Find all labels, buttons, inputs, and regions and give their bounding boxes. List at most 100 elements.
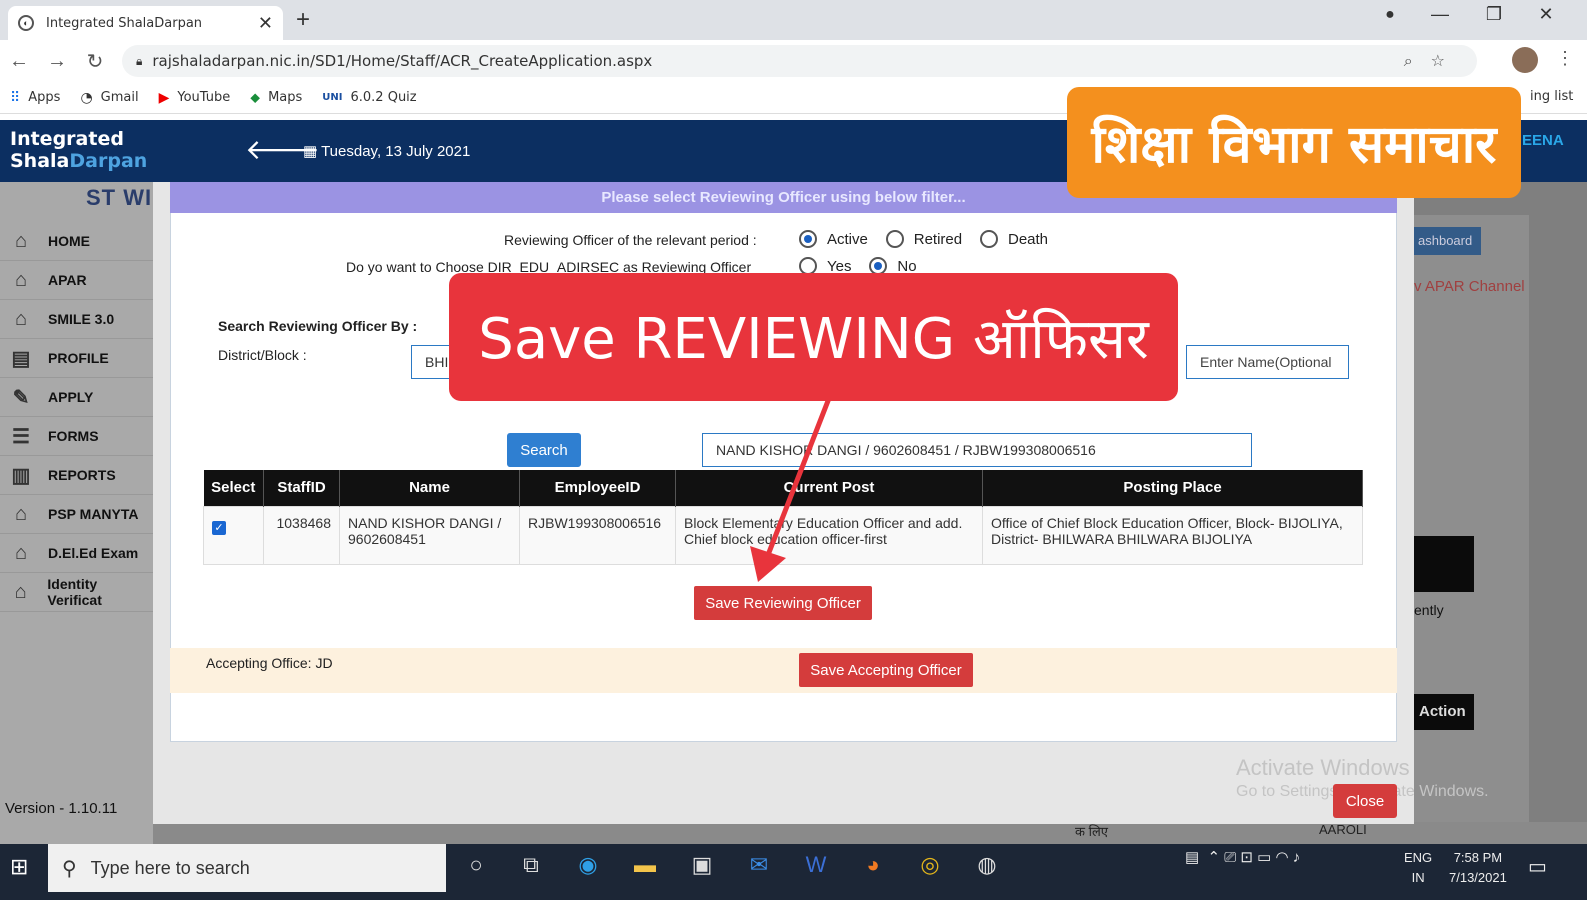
sidebar-item-smile[interactable]: ⌂ SMILE 3.0 xyxy=(0,300,153,339)
star-icon[interactable]: ☆ xyxy=(1431,51,1463,70)
close-tab-icon[interactable]: ✕ xyxy=(258,13,273,34)
search-by-label: Search Reviewing Officer By : xyxy=(218,318,418,334)
col-posting-place: Posting Place xyxy=(982,470,1363,506)
sidebar-item-deled[interactable]: ⌂ D.El.Ed Exam xyxy=(0,534,153,573)
address-bar-row: ← → ↻ 🔒︎ rajshaladarpan.nic.in/SD1/Home/… xyxy=(0,40,1587,82)
recently-label: ently xyxy=(1414,602,1444,618)
radio-active[interactable]: Active xyxy=(799,230,868,248)
maps-icon: ⬥ xyxy=(250,89,261,106)
sidebar-item-psp[interactable]: ⌂ PSP MANYTA xyxy=(0,495,153,534)
app-logo[interactable]: Integrated ShalaDarpan xyxy=(10,128,147,172)
sidebar-item-apar[interactable]: ⌂ APAR xyxy=(0,261,153,300)
select-checkbox[interactable]: ✓ xyxy=(212,520,226,535)
posting-place-cell: Office of Chief Block Education Officer,… xyxy=(982,505,1363,565)
accepting-office-label: Accepting Office: JD xyxy=(206,655,333,671)
employeeid-cell: RJBW199308006516 xyxy=(519,505,676,565)
period-radio-group: Active Retired Death xyxy=(799,230,1062,251)
windows-start-icon[interactable]: ⊞ xyxy=(10,854,28,880)
taskbar-search[interactable]: ⚲ Type here to search xyxy=(48,844,446,892)
user-name[interactable]: EENA xyxy=(1522,132,1564,149)
taskbar-clock[interactable]: 7:58 PM 7/13/2021 xyxy=(1449,848,1507,888)
reading-list[interactable]: ing list xyxy=(1530,89,1573,104)
bookmark-apps[interactable]: ⠿ Apps xyxy=(10,90,60,106)
background-dark-box xyxy=(1414,536,1474,592)
youtube-icon: ▶ xyxy=(158,89,170,106)
bookmark-quiz[interactable]: UNI 6.0.2 Quiz xyxy=(322,90,416,105)
obs-icon[interactable]: ◍ xyxy=(967,852,1007,878)
word-icon[interactable]: W xyxy=(796,852,836,878)
store-icon[interactable]: ▣ xyxy=(682,852,722,878)
radio-retired[interactable]: Retired xyxy=(885,230,962,248)
bookmark-youtube[interactable]: ▶ YouTube xyxy=(159,90,231,106)
save-accepting-officer-button[interactable]: Save Accepting Officer xyxy=(799,653,973,687)
notifications-icon[interactable]: ▭ xyxy=(1528,854,1547,879)
minimize-icon[interactable]: — xyxy=(1420,4,1460,25)
chrome-icon[interactable]: ◎ xyxy=(910,852,950,878)
name-input[interactable]: Enter Name(Optional xyxy=(1186,345,1349,379)
sidebar-item-reports[interactable]: ▥ REPORTS xyxy=(0,456,153,495)
col-select: Select xyxy=(203,470,264,506)
radio-death-circle[interactable] xyxy=(980,230,998,248)
bookmark-gmail[interactable]: ◔ Gmail xyxy=(80,90,138,106)
avatar[interactable] xyxy=(1512,47,1538,73)
firefox-icon[interactable]: ◕ xyxy=(853,852,893,878)
apar-channel-link: v APAR Channel xyxy=(1414,278,1525,295)
file-explorer-icon[interactable]: ▬ xyxy=(625,852,665,878)
zoom-icon[interactable]: ⌕ xyxy=(1404,51,1431,70)
col-employeeid: EmployeeID xyxy=(519,470,676,506)
cortana-icon[interactable]: ○ xyxy=(456,852,496,878)
radio-retired-circle[interactable] xyxy=(885,230,904,248)
menu-kebab-icon[interactable]: ⋮ xyxy=(1556,48,1574,69)
sidebar-item-profile[interactable]: ▤ PROFILE xyxy=(0,339,153,378)
period-label: Reviewing Officer of the relevant period… xyxy=(504,232,757,248)
search-button[interactable]: Search xyxy=(507,433,581,467)
restore-icon[interactable]: ❐ xyxy=(1474,4,1514,25)
background-right-panel xyxy=(1414,215,1529,825)
sidebar-item-apply[interactable]: ✎ APPLY xyxy=(0,378,153,417)
save-reviewing-officer-button[interactable]: Save Reviewing Officer xyxy=(694,586,872,620)
gmail-icon: ◔ xyxy=(80,89,93,106)
sidebar-item-home[interactable]: ⌂ HOME xyxy=(0,222,153,261)
lock-icon: 🔒︎ xyxy=(136,53,143,68)
reload-icon[interactable]: ↻ xyxy=(76,49,114,74)
news-overlay-banner: शिक्षा विभाग समाचार xyxy=(1067,87,1521,198)
profile-menu-icon[interactable]: ● xyxy=(1370,6,1410,24)
new-tab-button[interactable]: + xyxy=(296,6,310,34)
system-tray-icons[interactable]: ▤ ⌃ ⎚ ⊡ ▭ ◠ ♪ xyxy=(1185,848,1300,866)
browser-tab[interactable]: ◐ Integrated ShalaDarpan ✕ xyxy=(8,6,283,40)
forms-icon: ☰ xyxy=(12,425,30,448)
home-icon: ⌂ xyxy=(14,502,28,525)
select-cell[interactable]: ✓ xyxy=(203,505,264,565)
radio-active-circle[interactable] xyxy=(799,230,817,248)
mail-icon[interactable]: ✉ xyxy=(739,852,779,878)
close-window-icon[interactable]: ✕ xyxy=(1526,4,1566,25)
task-view-icon[interactable]: ⧉ xyxy=(511,852,551,878)
radio-death[interactable]: Death xyxy=(980,230,1048,248)
red-arrow-icon xyxy=(750,369,843,582)
url-field[interactable]: 🔒︎ rajshaladarpan.nic.in/SD1/Home/Staff/… xyxy=(122,45,1477,77)
close-button[interactable]: Close xyxy=(1333,784,1397,818)
home-icon: ⌂ xyxy=(14,307,28,330)
name-cell: NAND KISHOR DANGI / 9602608451 xyxy=(339,505,520,565)
apps-grid-icon: ⠿ xyxy=(10,89,21,106)
background-bottom-row: क लिए AAROLI xyxy=(153,822,1587,844)
apply-icon: ✎ xyxy=(12,386,30,409)
back-icon[interactable]: ← xyxy=(0,50,38,73)
action-header: Action xyxy=(1414,694,1474,730)
dashboard-button: ashboard xyxy=(1414,227,1481,255)
home-icon: ⌂ xyxy=(14,229,28,252)
bookmark-maps[interactable]: ⬥ Maps xyxy=(250,90,302,106)
header-date: ▦ Tuesday, 13 July 2021 xyxy=(303,143,471,160)
district-label: District/Block : xyxy=(218,347,307,363)
forward-icon[interactable]: → xyxy=(38,50,76,73)
sidebar: ⌂ HOME ⌂ APAR ⌂ SMILE 3.0 ▤ PROFILE ✎ APPLY ☰… xyxy=(0,182,153,844)
edge-icon[interactable]: ◉ xyxy=(568,852,608,878)
quiz-icon: UNI xyxy=(322,92,343,103)
version-label: Version - 1.10.11 xyxy=(5,800,118,817)
language-indicator[interactable]: ENG IN xyxy=(1404,848,1432,888)
col-name: Name xyxy=(339,470,520,506)
sidebar-item-forms[interactable]: ☰ FORMS xyxy=(0,417,153,456)
sidebar-item-identity[interactable]: ⌂ Identity Verificat xyxy=(0,573,153,612)
home-icon: ⌂ xyxy=(14,268,28,291)
calendar-icon: ▦ xyxy=(303,143,322,160)
